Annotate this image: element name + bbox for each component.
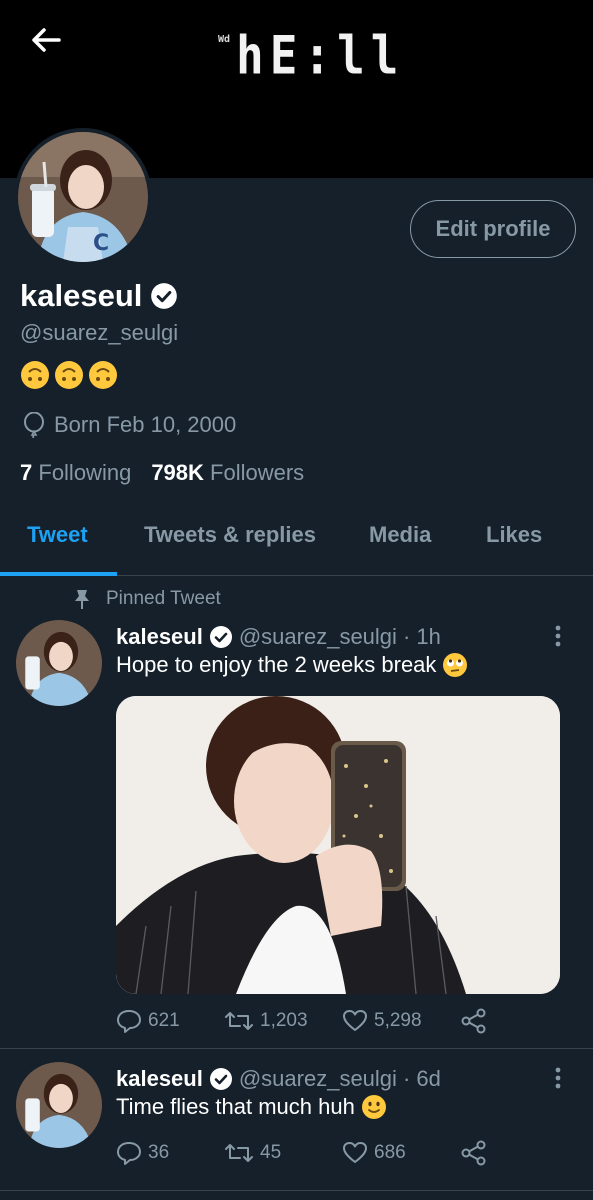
- share-icon: [461, 1008, 486, 1034]
- retweet-button[interactable]: 1,203: [224, 1009, 342, 1033]
- tweet-media-image[interactable]: [116, 696, 560, 994]
- tab-likes[interactable]: Likes: [486, 522, 542, 548]
- tweet-author-handle: @suarez_seulgi: [238, 1066, 397, 1091]
- following-count: 7: [20, 460, 33, 485]
- avatar-image: C: [18, 132, 148, 262]
- profile-display-name: kaleseul: [20, 278, 178, 314]
- tweet-body: Time flies that much huh: [116, 1094, 355, 1119]
- pin-icon: [75, 590, 89, 609]
- reply-icon: [117, 1010, 141, 1033]
- share-icon: [461, 1140, 486, 1166]
- tweet-text: Hope to enjoy the 2 weeks break: [116, 652, 468, 678]
- avatar-image: [16, 1062, 102, 1148]
- tab-tweet[interactable]: Tweet: [27, 522, 88, 548]
- tweet-header: kaleseul @suarez_seulgi · 1h: [116, 624, 441, 650]
- more-options-icon[interactable]: [550, 1066, 566, 1090]
- banner-clock-text: hE:ll: [236, 23, 405, 87]
- tweet-text: Time flies that much huh: [116, 1094, 387, 1120]
- reply-count: 36: [148, 1142, 170, 1163]
- tweet-time: · 6d: [402, 1066, 441, 1091]
- profile-avatar[interactable]: C: [14, 128, 152, 266]
- share-button[interactable]: [460, 1140, 488, 1166]
- profile-bio: [20, 360, 118, 390]
- profile-birthday: Born Feb 10, 2000: [22, 412, 236, 438]
- verified-badge-icon: [209, 1068, 232, 1090]
- verified-badge-icon: [209, 626, 232, 648]
- back-button[interactable]: [26, 20, 66, 60]
- display-name-text: kaleseul: [20, 278, 143, 313]
- profile-handle: @suarez_seulgi: [20, 320, 179, 345]
- reply-icon: [117, 1142, 141, 1165]
- tweet-avatar[interactable]: [16, 1062, 102, 1148]
- reply-count: 621: [148, 1010, 180, 1031]
- retweet-button[interactable]: 45: [224, 1141, 342, 1165]
- rolling-eyes-icon: [443, 653, 468, 677]
- retweet-icon: [225, 1012, 253, 1030]
- verified-badge-icon: [151, 283, 178, 309]
- pinned-tweet-label: Pinned Tweet: [72, 588, 221, 610]
- follow-stats: 7 Following 798K Followers: [20, 460, 304, 486]
- birthday-text: Born Feb 10, 2000: [54, 412, 237, 437]
- retweet-count: 45: [260, 1142, 282, 1163]
- banner-small-text: Wd: [218, 34, 231, 45]
- tweet-actions: 621 1,203 5,298: [116, 1008, 488, 1034]
- tweet-author-name[interactable]: kaleseul: [116, 1066, 203, 1092]
- svg-text:C: C: [93, 231, 109, 256]
- tweet-divider: [0, 1048, 593, 1049]
- reply-button[interactable]: 621: [116, 1009, 224, 1033]
- reply-button[interactable]: 36: [116, 1141, 224, 1165]
- like-count: 5,298: [374, 1010, 422, 1031]
- like-count: 686: [374, 1142, 406, 1163]
- share-button[interactable]: [460, 1008, 488, 1034]
- tweet-header: kaleseul @suarez_seulgi · 6d: [116, 1066, 441, 1092]
- retweet-count: 1,203: [260, 1010, 308, 1031]
- heart-icon: [343, 1142, 367, 1163]
- upside-down-face-icon: [55, 361, 83, 389]
- following-link[interactable]: 7 Following: [20, 460, 131, 486]
- edit-profile-button[interactable]: Edit profile: [410, 200, 576, 258]
- following-label: Following: [38, 460, 132, 485]
- tweet-author-name[interactable]: kaleseul: [116, 624, 203, 650]
- followers-count: 798K: [151, 460, 204, 485]
- tweet-divider: [0, 1190, 593, 1191]
- tweet-body: Hope to enjoy the 2 weeks break: [116, 652, 437, 677]
- tab-tweets-and-replies[interactable]: Tweets & replies: [144, 522, 316, 548]
- profile-tabs: Tweet Tweets & replies Media Likes: [0, 506, 593, 576]
- active-tab-indicator: [0, 572, 117, 576]
- tweet-actions: 36 45 686: [116, 1140, 488, 1166]
- tab-media[interactable]: Media: [369, 522, 431, 548]
- heart-icon: [343, 1010, 367, 1031]
- upside-down-face-icon: [21, 361, 49, 389]
- pinned-text: Pinned Tweet: [106, 588, 221, 609]
- followers-link[interactable]: 798K Followers: [151, 460, 304, 486]
- arrow-left-icon: [32, 28, 61, 52]
- tweet-avatar[interactable]: [16, 620, 102, 706]
- more-options-icon[interactable]: [550, 624, 566, 648]
- like-button[interactable]: 686: [342, 1141, 460, 1165]
- upside-down-face-icon: [89, 361, 117, 389]
- selfie-photo: [116, 696, 560, 994]
- followers-label: Followers: [210, 460, 305, 485]
- slightly-smiling-face-icon: [361, 1095, 386, 1119]
- avatar-image: [16, 620, 102, 706]
- tweet-author-handle: @suarez_seulgi: [238, 624, 397, 649]
- like-button[interactable]: 5,298: [342, 1009, 460, 1033]
- balloon-icon: [24, 412, 44, 438]
- retweet-icon: [225, 1144, 253, 1162]
- tweet-time: · 1h: [402, 624, 441, 649]
